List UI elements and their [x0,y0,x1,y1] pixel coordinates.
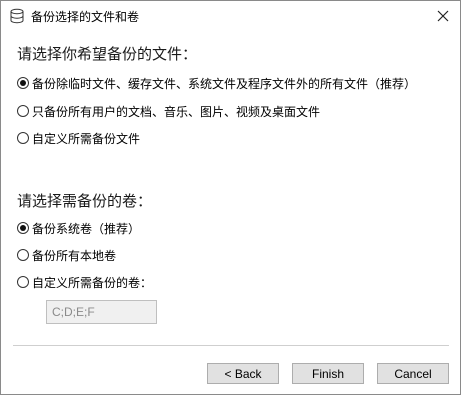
volumes-option-system[interactable]: 备份系统卷（推荐） [17,219,140,237]
cancel-button[interactable]: Cancel [377,363,449,384]
files-heading: 请选择你希望备份的文件： [17,45,198,63]
radio-button[interactable] [17,132,29,144]
files-option-label: 只备份所有用户的文档、音乐、图片、视频及桌面文件 [32,104,321,119]
radio-button[interactable] [17,77,29,89]
volumes-heading: 请选择需备份的卷： [17,192,153,210]
title-bar: 备份选择的文件和卷 [1,1,460,31]
volumes-option-custom[interactable]: 自定义所需备份的卷： [17,273,152,291]
finish-button[interactable]: Finish [292,363,364,384]
custom-volumes-input[interactable]: C;D;E;F [46,300,157,324]
divider [13,345,449,346]
files-option-label: 备份除临时文件、缓存文件、系统文件及程序文件外的所有文件（推荐） [32,76,417,91]
radio-button[interactable] [17,276,29,288]
backup-dialog: 备份选择的文件和卷 请选择你希望备份的文件： 备份除临时文件、缓存文件、系统文件… [0,0,461,395]
radio-button[interactable] [17,222,29,234]
volumes-option-label: 备份所有本地卷 [32,248,117,263]
files-option-custom[interactable]: 自定义所需备份文件 [17,129,140,147]
volumes-option-label: 备份系统卷（推荐） [32,221,141,236]
close-button[interactable] [426,1,460,31]
radio-button[interactable] [17,105,29,117]
files-option-label: 自定义所需备份文件 [32,131,141,146]
window-title: 备份选择的文件和卷 [31,10,140,24]
back-button[interactable]: < Back [207,363,279,384]
radio-button[interactable] [17,249,29,261]
files-option-user-libraries[interactable]: 只备份所有用户的文档、音乐、图片、视频及桌面文件 [17,102,320,120]
files-option-all-except-system[interactable]: 备份除临时文件、缓存文件、系统文件及程序文件外的所有文件（推荐） [17,74,416,92]
volumes-option-label: 自定义所需备份的卷： [32,275,153,290]
close-icon [437,7,449,26]
volumes-option-all-local[interactable]: 备份所有本地卷 [17,246,116,264]
database-icon [9,8,25,24]
